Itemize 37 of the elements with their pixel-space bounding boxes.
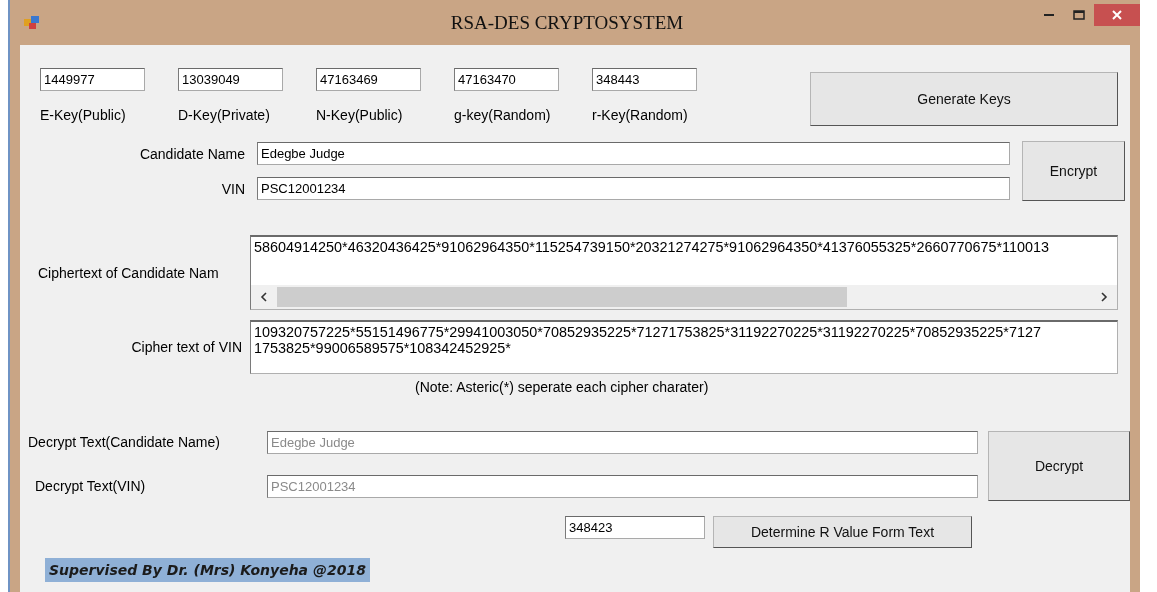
determine-r-button[interactable]: Determine R Value Form Text bbox=[713, 516, 972, 548]
maximize-icon[interactable] bbox=[1073, 10, 1085, 20]
app-icon bbox=[24, 15, 40, 30]
ciphertext-area[interactable]: 109320757225*55151496775*29941003050*70852935225*71271753825*31192270225*31192270225*70852935225*7127 1753825*99006589575*108342452925* bbox=[250, 320, 1118, 374]
ciphertext: 58604914250*46320436425*91062964350*115254739150*20321274275*91062964350*41376055325*2660770675*110013 bbox=[253, 238, 1050, 257]
footer-label: Supervised By Dr. (Mrs) Konyeha @2018 bbox=[45, 558, 370, 582]
key-label: r-Key(Random) bbox=[592, 107, 689, 123]
field-label: Decrypt Text(VIN) bbox=[34, 478, 147, 494]
text-field[interactable]: Edegbe Judge bbox=[257, 142, 1010, 165]
note-text: (Note: Asteric(*) seperate each cipher charater) bbox=[414, 378, 710, 395]
key-label: D-Key(Private) bbox=[178, 107, 271, 123]
window-title: RSA-DES CRYPTOSYSTEM bbox=[449, 11, 685, 34]
r-value-field[interactable]: 348423 bbox=[565, 516, 705, 539]
key-field[interactable]: 1449977 bbox=[40, 68, 145, 91]
encrypt-button[interactable]: Encrypt bbox=[1022, 141, 1125, 201]
minimize-icon[interactable] bbox=[1044, 13, 1054, 17]
generate-keys-button[interactable]: Generate Keys bbox=[810, 72, 1118, 126]
key-label: E-Key(Public) bbox=[40, 107, 127, 123]
ciphertext-area[interactable]: 58604914250*46320436425*91062964350*115254739150*20321274275*91062964350*41376055325*2660770675*110013 bbox=[250, 235, 1118, 310]
field-label: VIN bbox=[220, 180, 245, 197]
horizontal-scrollbar[interactable] bbox=[251, 285, 1117, 309]
close-button[interactable] bbox=[1094, 4, 1140, 26]
chevron-right-icon[interactable] bbox=[1100, 292, 1108, 302]
key-label: N-Key(Public) bbox=[316, 107, 404, 123]
field-label: Decrypt Text(Candidate Name) bbox=[27, 434, 221, 450]
field-label: Candidate Name bbox=[138, 145, 245, 162]
key-field[interactable]: 348443 bbox=[592, 68, 697, 91]
field-label: Ciphertext of Candidate Nam bbox=[37, 264, 220, 281]
text-field[interactable]: PSC12001234 bbox=[257, 177, 1010, 200]
key-field[interactable]: 47163469 bbox=[316, 68, 421, 91]
key-field[interactable]: 47163470 bbox=[454, 68, 559, 91]
field-label: Cipher text of VIN bbox=[130, 339, 243, 355]
close-icon bbox=[1112, 10, 1122, 20]
key-field[interactable]: 13039049 bbox=[178, 68, 283, 91]
decrypt-button[interactable]: Decrypt bbox=[988, 431, 1130, 501]
key-label: g-key(Random) bbox=[454, 107, 552, 123]
chevron-left-icon[interactable] bbox=[260, 292, 268, 302]
